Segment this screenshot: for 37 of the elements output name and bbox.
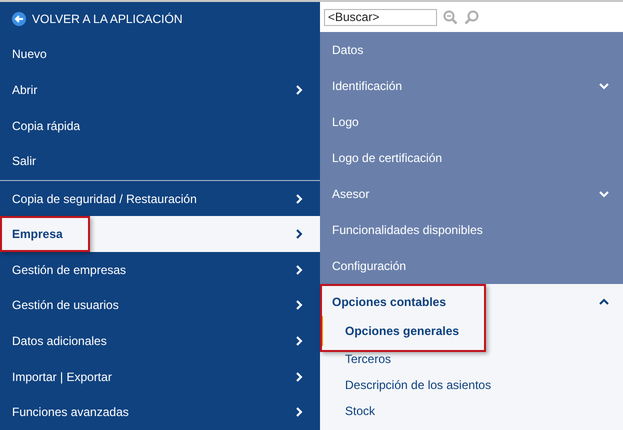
menu-item[interactable]: Gestión de usuarios bbox=[0, 288, 320, 324]
submenu-child-item[interactable]: Opciones generales bbox=[320, 316, 623, 346]
back-link[interactable]: VOLVER A LA APLICACIÓN bbox=[0, 2, 320, 37]
submenu-item[interactable]: Logo bbox=[320, 104, 623, 140]
menu-item[interactable]: Datos adicionales bbox=[0, 323, 320, 359]
chevron-down-icon bbox=[599, 81, 609, 91]
submenu-item[interactable]: Asesor bbox=[320, 176, 623, 212]
menu-item[interactable]: Importar | Exportar bbox=[0, 358, 320, 394]
menu-item[interactable]: Salir bbox=[0, 143, 320, 179]
menu-item[interactable]: Copia rápida bbox=[0, 108, 320, 144]
menu-item[interactable]: Abrir bbox=[0, 72, 320, 108]
chevron-right-icon bbox=[294, 84, 304, 95]
submenu-item[interactable]: Funcionalidades disponibles bbox=[320, 212, 623, 248]
chevron-right-icon bbox=[294, 372, 304, 382]
menu-item[interactable]: Gestión de empresas bbox=[0, 252, 320, 288]
submenu-item[interactable]: Logo de certificación bbox=[320, 140, 623, 176]
menu-item[interactable]: Funciones avanzadas bbox=[0, 394, 320, 430]
chevron-right-icon bbox=[294, 407, 304, 418]
submenu-child-item[interactable]: Stock bbox=[320, 398, 623, 424]
chevron-right-icon bbox=[294, 336, 304, 346]
chevron-down-icon bbox=[599, 189, 609, 199]
chevron-right-icon bbox=[294, 264, 304, 275]
chevron-right-icon bbox=[294, 194, 304, 204]
submenu-item[interactable]: Configuración bbox=[320, 248, 623, 284]
submenu-child-item[interactable]: Descripción de los asientos bbox=[320, 372, 623, 398]
search-field[interactable]: <Buscar> bbox=[324, 8, 437, 26]
back-arrow-icon bbox=[12, 12, 26, 26]
chevron-right-icon bbox=[294, 229, 304, 240]
menu-item[interactable]: Nuevo bbox=[0, 36, 320, 72]
menu-item[interactable]: Empresa bbox=[0, 216, 320, 252]
menu-item[interactable]: Copia de seguridad / Restauración bbox=[0, 180, 320, 216]
submenu-child-item[interactable]: Terceros bbox=[320, 346, 623, 372]
back-link-label: VOLVER A LA APLICACIÓN bbox=[32, 12, 183, 26]
chevron-right-icon bbox=[294, 300, 304, 310]
submenu-item[interactable]: Identificación bbox=[320, 68, 623, 104]
submenu-item[interactable]: Datos bbox=[320, 32, 623, 68]
chevron-up-icon bbox=[599, 297, 609, 307]
